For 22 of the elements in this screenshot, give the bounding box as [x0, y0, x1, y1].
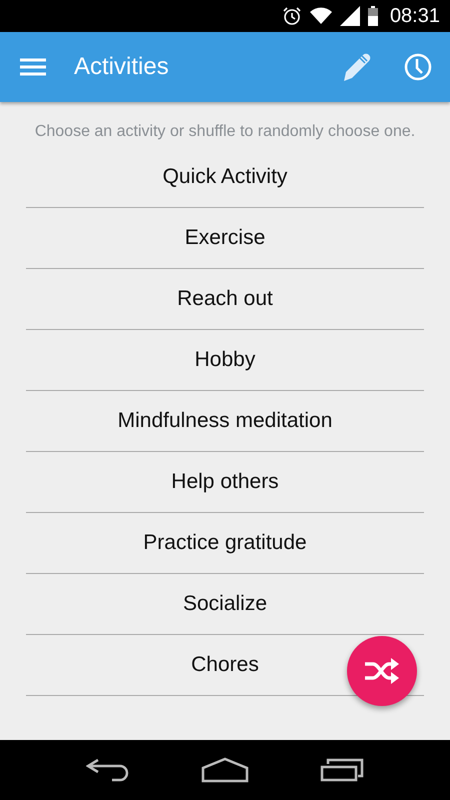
activity-item[interactable]: Exercise: [26, 208, 424, 269]
activity-item[interactable]: Reach out: [26, 269, 424, 330]
activity-item[interactable]: Socialize: [26, 574, 424, 635]
status-time: 08:31: [390, 4, 440, 28]
alarm-icon: [282, 6, 302, 26]
clock-icon[interactable]: [404, 53, 432, 81]
battery-icon: [368, 6, 378, 26]
instruction-text: Choose an activity or shuffle to randomly choose one.: [34, 122, 416, 142]
signal-icon: [340, 6, 360, 26]
activity-item[interactable]: Help others: [26, 452, 424, 513]
shuffle-icon: [365, 657, 399, 685]
activity-item[interactable]: Quick Activity: [26, 147, 424, 208]
wifi-icon: [310, 7, 332, 25]
shuffle-button[interactable]: [347, 636, 417, 706]
activity-item[interactable]: Hobby: [26, 330, 424, 391]
activity-item[interactable]: Practice gratitude: [26, 513, 424, 574]
app-title: Activities: [74, 53, 170, 81]
home-icon[interactable]: [200, 757, 249, 783]
menu-icon[interactable]: [20, 58, 46, 76]
back-icon[interactable]: [86, 758, 130, 782]
activity-item[interactable]: Mindfulness meditation: [26, 391, 424, 452]
recent-apps-icon[interactable]: [320, 758, 364, 782]
